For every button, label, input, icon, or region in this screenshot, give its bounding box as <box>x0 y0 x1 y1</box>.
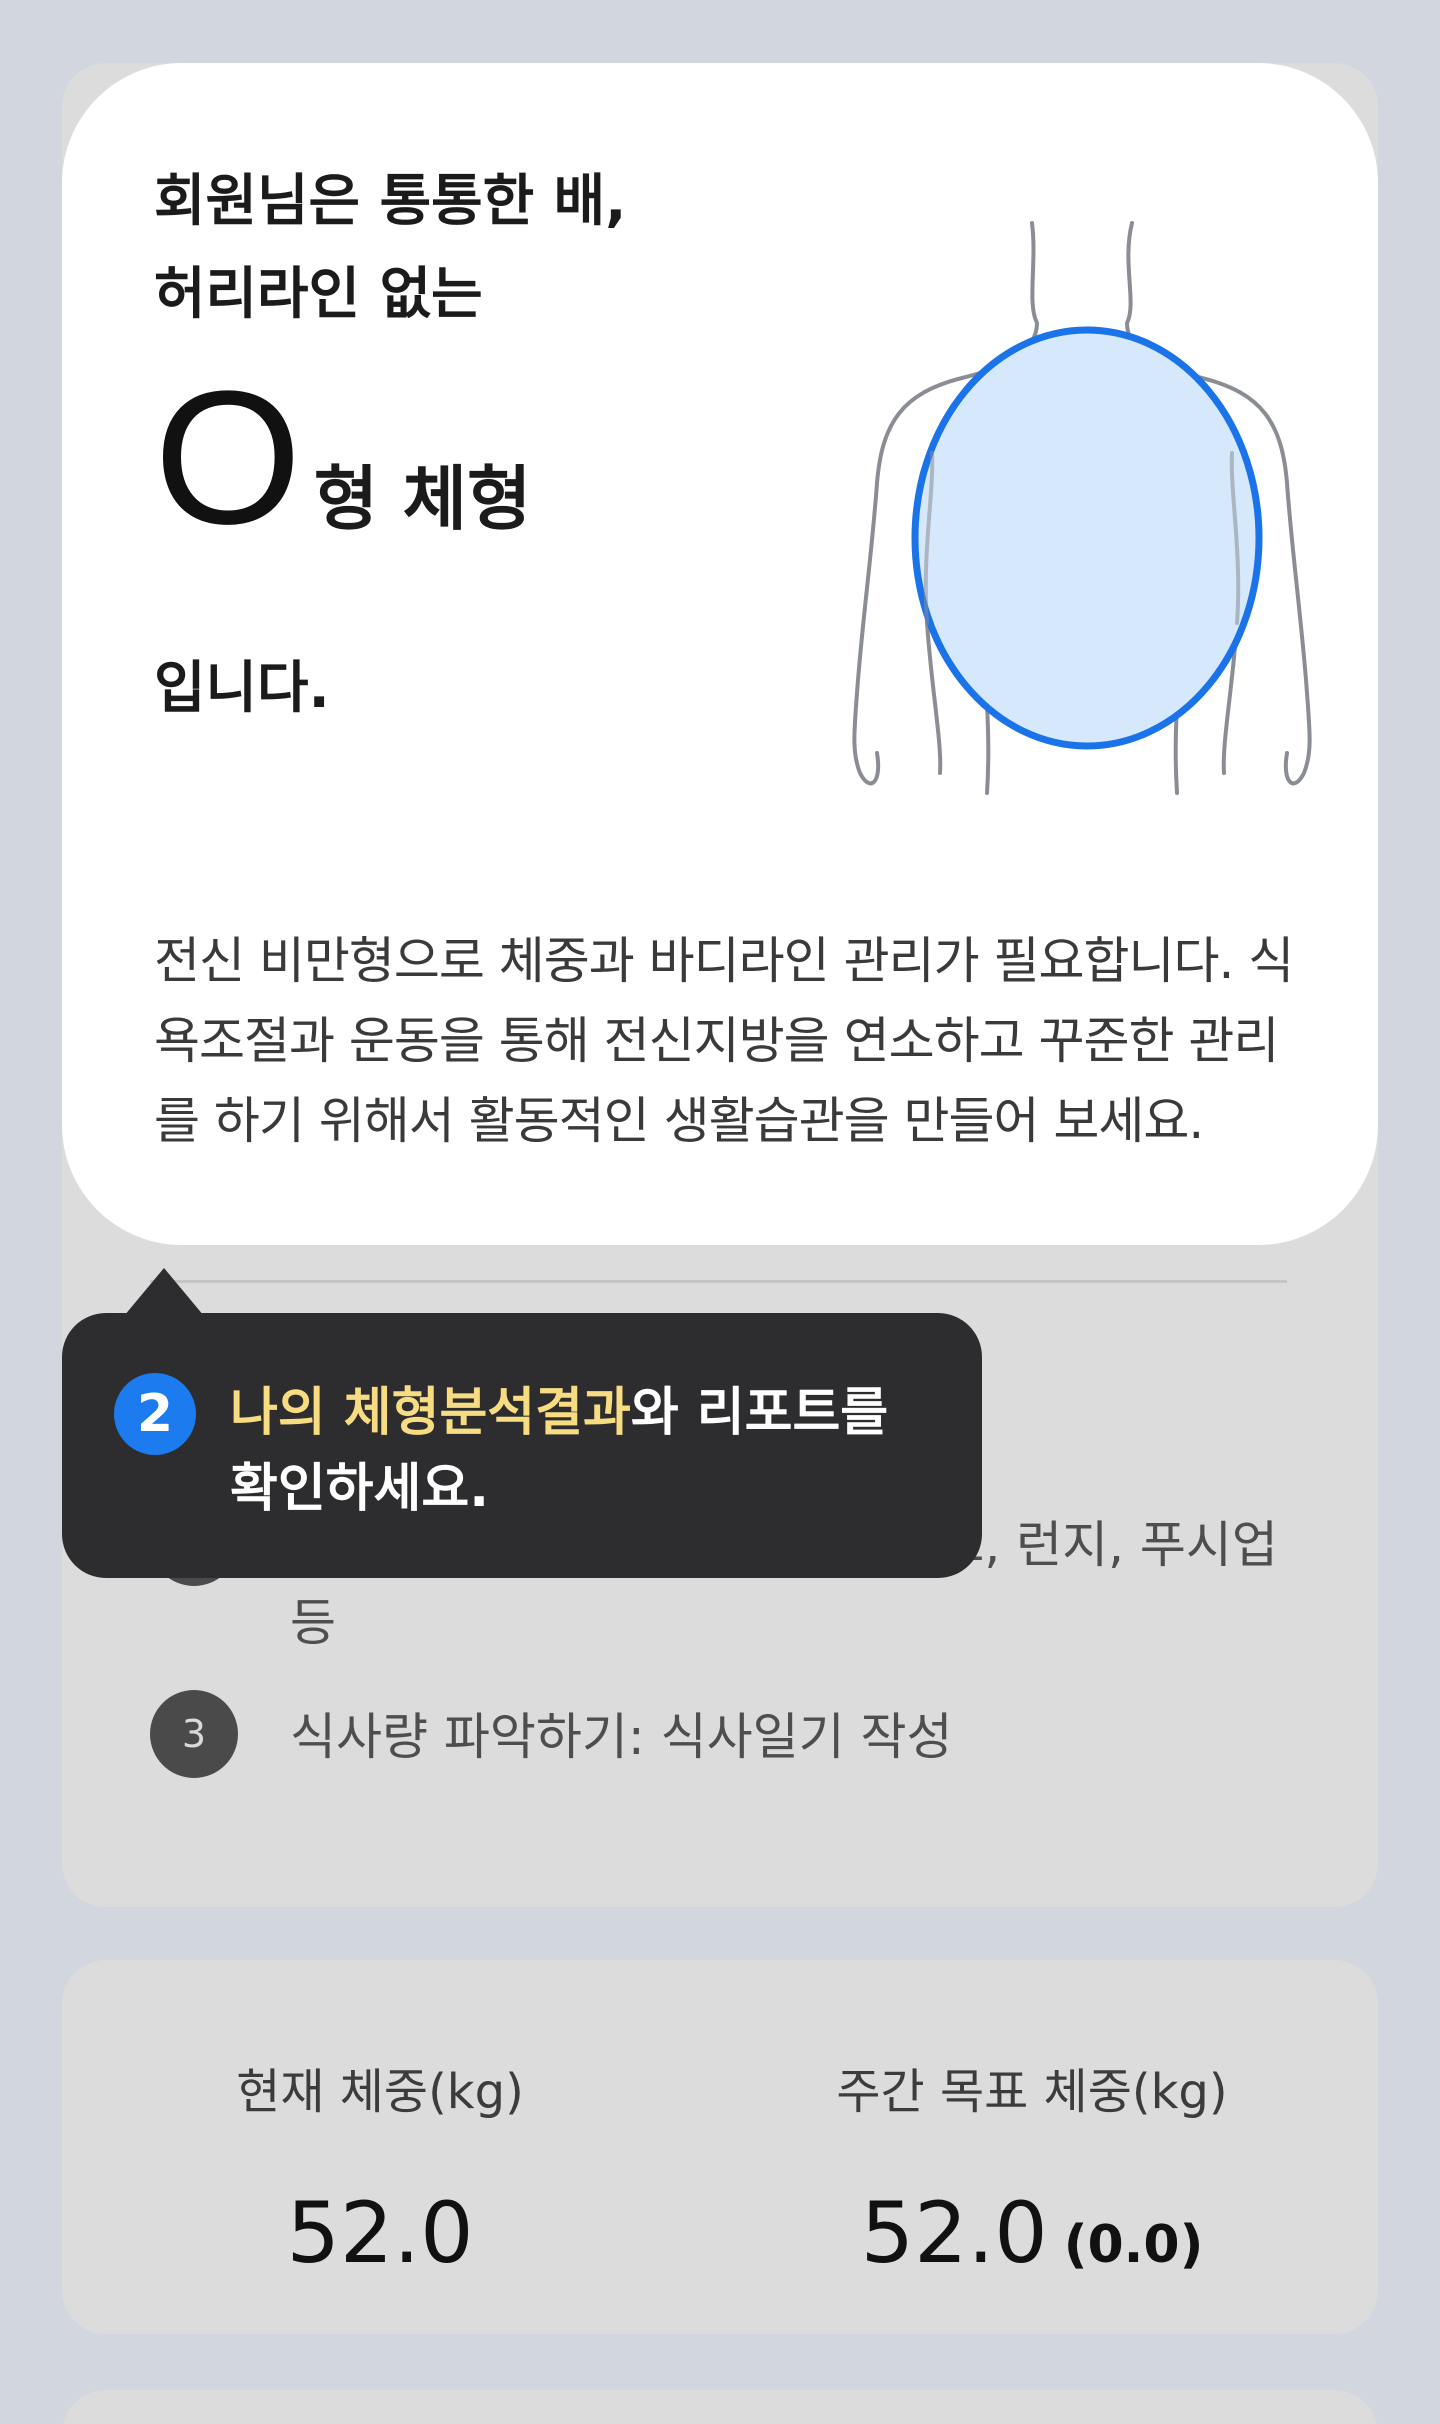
current-weight-label: 현재 체중(kg) <box>236 2064 524 2120</box>
goal-weight: 주간 목표 체중(kg) 52.0 (0.0) <box>772 2052 1292 2282</box>
current-weight: 현재 체중(kg) 52.0 <box>120 2052 640 2282</box>
body-type-name: O 형 체형 <box>154 363 531 553</box>
current-weight-value: 52.0 <box>286 2184 474 2282</box>
tooltip-text: 나의 체형분석결과와 리포트를 확인하세요. <box>230 1375 950 1527</box>
weight-summary-card: 현재 체중(kg) 52.0 주간 목표 체중(kg) 52.0 (0.0) <box>62 1960 1378 2334</box>
next-card <box>62 2390 1378 2424</box>
coachmark-tooltip[interactable]: 2 나의 체형분석결과와 리포트를 확인하세요. <box>62 1313 982 1578</box>
belly-highlight-circle <box>911 326 1263 750</box>
body-type-highlight-card: 회원님은 통통한 배, 허리라인 없는 O 형 체형 입니다. 전신 비만형으로… <box>62 63 1378 1245</box>
headline-line-1: 회원님은 통통한 배, <box>154 169 627 234</box>
goal-weight-value: 52.0 <box>860 2184 1048 2282</box>
body-silhouette-illustration <box>852 221 1312 795</box>
recommendation-number: 3 <box>150 1690 238 1778</box>
headline-line-2: 허리라인 없는 <box>154 262 483 327</box>
tooltip-text-rest: 와 리포트를 <box>630 1383 889 1443</box>
recommendation-item-3: 3 식사량 파악하기: 식사일기 작성 <box>150 1690 1290 1778</box>
recommendation-text: 식사량 파악하기: 식사일기 작성 <box>290 1708 953 1766</box>
tooltip-arrow <box>124 1268 204 1316</box>
body-type-suffix: 형 체형 <box>313 458 532 540</box>
goal-weight-value-row: 52.0 (0.0) <box>772 2184 1292 2282</box>
body-type-letter: O <box>154 352 302 564</box>
goal-weight-diff: (0.0) <box>1063 2215 1204 2275</box>
tooltip-text-line2: 확인하세요. <box>230 1459 489 1519</box>
tooltip-highlight: 나의 체형분석결과 <box>230 1383 631 1443</box>
divider <box>150 1280 1287 1283</box>
screen: 1 전신 유산소 운동 하기 2 전신 자극 근력 운동 하기: 스쿼트, 런지… <box>0 0 1440 2424</box>
body-type-headline: 회원님은 통통한 배, 허리라인 없는 <box>154 155 626 341</box>
headline-ending: 입니다. <box>154 656 330 721</box>
body-type-description: 전신 비만형으로 체중과 바디라인 관리가 필요합니다. 식욕조절과 운동을 통… <box>154 932 1294 1150</box>
step-badge: 2 <box>114 1373 196 1455</box>
goal-weight-label: 주간 목표 체중(kg) <box>836 2064 1228 2120</box>
